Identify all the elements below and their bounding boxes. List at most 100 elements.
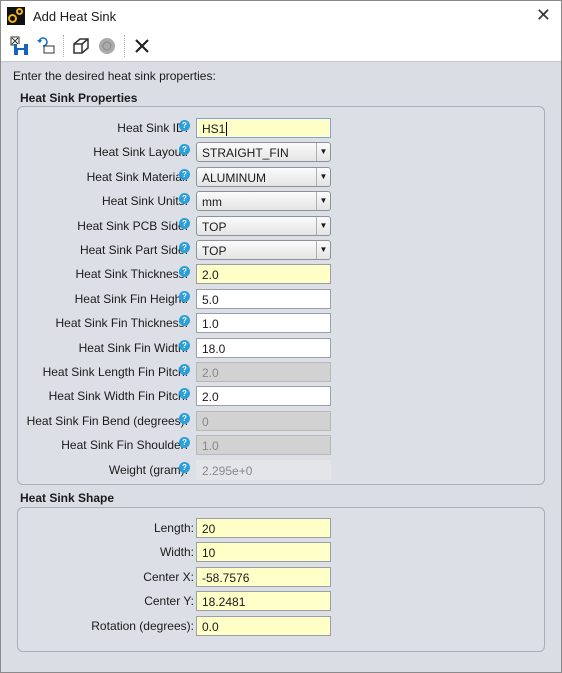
field-value: 10 bbox=[202, 546, 216, 561]
help-icon[interactable]: ? bbox=[179, 144, 190, 156]
field-label: Heat Sink Fin Shoulder: bbox=[61, 438, 188, 453]
heat-sink-units-dropdown[interactable]: mm ▼ bbox=[196, 191, 331, 212]
add-heat-sink-dialog: Add Heat Sink ✕ Enter the desired heat s… bbox=[0, 0, 562, 673]
center-x-input[interactable]: -58.7576 bbox=[196, 566, 331, 587]
heat-sink-fin-width-input[interactable]: 18.0 bbox=[196, 337, 331, 358]
field-label: Heat Sink Fin Thickness: bbox=[55, 316, 189, 331]
help-icon[interactable]: ? bbox=[179, 242, 190, 253]
title-bar: Add Heat Sink ✕ bbox=[1, 1, 561, 31]
help-icon[interactable]: ? bbox=[179, 388, 190, 400]
form-row-heat-sink-part-side: Heat Sink Part Side:? TOP ▼ bbox=[18, 240, 544, 260]
heat-sink-id-input[interactable]: HS1 bbox=[196, 118, 331, 138]
help-icon[interactable]: ? bbox=[179, 120, 190, 131]
form-row-center-y: Center Y: 18.2481 bbox=[18, 591, 544, 612]
chevron-down-icon[interactable]: ▼ bbox=[316, 216, 330, 235]
heat-sink-part-side-dropdown[interactable]: TOP ▼ bbox=[196, 240, 331, 260]
cancel-icon[interactable] bbox=[129, 33, 155, 59]
field-value: STRAIGHT_FIN bbox=[202, 146, 289, 161]
field-label: Heat Sink Fin Bend (degrees): bbox=[26, 413, 188, 428]
form-row-heat-sink-id: Heat Sink ID:? HS1 bbox=[18, 118, 544, 138]
rotation-degrees-input[interactable]: 0.0 bbox=[196, 615, 331, 636]
help-icon[interactable]: ? bbox=[179, 412, 190, 424]
form-row-width: Width: 10 bbox=[18, 542, 544, 563]
field-value: 1.0 bbox=[202, 317, 219, 332]
heat-sink-fin-shoulder-input: 1.0 bbox=[196, 435, 331, 456]
heat-sink-shape-group: Length: 20 Width: 10 Center X: -58.7576 Center… bbox=[17, 507, 545, 652]
field-value: 2.0 bbox=[202, 366, 219, 380]
chevron-down-icon[interactable]: ▼ bbox=[316, 143, 330, 162]
weight-gram-input: 2.295e+0 bbox=[196, 459, 331, 480]
form-row-heat-sink-fin-shoulder: Heat Sink Fin Shoulder:? 1.0 bbox=[18, 435, 544, 456]
field-label: Heat Sink Units: bbox=[101, 194, 188, 209]
form-row-heat-sink-fin-bend-degrees: Heat Sink Fin Bend (degrees):? 0 bbox=[18, 410, 544, 431]
undo-icon[interactable] bbox=[33, 33, 59, 59]
help-icon[interactable]: ? bbox=[179, 193, 190, 205]
save-close-icon[interactable] bbox=[7, 33, 33, 59]
width-input[interactable]: 10 bbox=[196, 542, 331, 563]
form-row-heat-sink-material: Heat Sink Material:? ALUMINUM ▼ bbox=[18, 166, 544, 187]
toolbar-separator bbox=[124, 35, 125, 57]
form-row-heat-sink-pcb-side: Heat Sink PCB Side:? TOP ▼ bbox=[18, 215, 544, 236]
window-title: Add Heat Sink bbox=[33, 8, 117, 24]
heat-sink-width-fin-pitch-input[interactable]: 2.0 bbox=[196, 386, 331, 407]
chevron-down-icon[interactable]: ▼ bbox=[316, 192, 330, 211]
toolbar bbox=[1, 31, 561, 62]
field-label: Heat Sink Fin Width: bbox=[78, 340, 188, 355]
chevron-down-icon[interactable]: ▼ bbox=[316, 167, 330, 186]
field-value: mm bbox=[202, 195, 222, 210]
heat-sink-fin-thickness-input[interactable]: 1.0 bbox=[196, 313, 331, 334]
help-icon[interactable]: ? bbox=[179, 168, 190, 180]
help-icon[interactable]: ? bbox=[179, 315, 190, 327]
heat-sink-fin-height-input[interactable]: 5.0 bbox=[196, 288, 331, 309]
heat-sink-fin-bend-degrees-input: 0 bbox=[196, 410, 331, 431]
form-row-weight-gram: Weight (gram):? 2.295e+0 bbox=[18, 459, 544, 480]
form-row-heat-sink-length-fin-pitch: Heat Sink Length Fin Pitch:? 2.0 bbox=[18, 362, 544, 382]
field-label: Heat Sink Fin Height: bbox=[74, 291, 188, 306]
field-value: 1.0 bbox=[202, 439, 219, 454]
field-label: Heat Sink Part Side: bbox=[79, 243, 188, 257]
field-label: Heat Sink Material: bbox=[86, 169, 188, 184]
form-row-heat-sink-units: Heat Sink Units:? mm ▼ bbox=[18, 191, 544, 212]
field-label: Rotation (degrees): bbox=[91, 618, 194, 633]
field-value: TOP bbox=[202, 244, 227, 258]
toolbar-separator bbox=[63, 35, 64, 57]
field-value: HS1 bbox=[202, 122, 226, 136]
field-value: TOP bbox=[202, 219, 227, 234]
field-value: 20 bbox=[202, 522, 216, 536]
heat-sink-layout-dropdown[interactable]: STRAIGHT_FIN ▼ bbox=[196, 142, 331, 163]
heat-sink-material-dropdown[interactable]: ALUMINUM ▼ bbox=[196, 166, 331, 187]
field-label: Heat Sink Width Fin Pitch: bbox=[48, 389, 188, 404]
app-gear-icon bbox=[7, 7, 25, 25]
length-input[interactable]: 20 bbox=[196, 518, 331, 538]
help-icon[interactable]: ? bbox=[179, 364, 190, 375]
chevron-down-icon[interactable]: ▼ bbox=[316, 241, 330, 259]
field-label: Length: bbox=[153, 521, 194, 535]
shape-group-title: Heat Sink Shape bbox=[20, 491, 115, 505]
field-label: Center X: bbox=[143, 569, 194, 584]
field-label: Heat Sink ID: bbox=[117, 121, 188, 135]
heat-sink-thickness-input[interactable]: 2.0 bbox=[196, 264, 331, 285]
help-icon[interactable]: ? bbox=[179, 266, 190, 278]
form-row-center-x: Center X: -58.7576 bbox=[18, 566, 544, 587]
3d-view-icon[interactable] bbox=[68, 33, 94, 59]
help-icon[interactable]: ? bbox=[179, 437, 190, 449]
help-icon[interactable]: ? bbox=[179, 217, 190, 229]
field-label: Heat Sink PCB Side: bbox=[77, 218, 188, 233]
form-row-heat-sink-fin-width: Heat Sink Fin Width:? 18.0 bbox=[18, 337, 544, 358]
field-value: 0 bbox=[202, 414, 209, 429]
form-row-length: Length: 20 bbox=[18, 518, 544, 538]
center-y-input[interactable]: 18.2481 bbox=[196, 591, 331, 612]
field-label: Weight (gram): bbox=[108, 462, 188, 477]
heat-sink-pcb-side-dropdown[interactable]: TOP ▼ bbox=[196, 215, 331, 236]
form-row-heat-sink-fin-thickness: Heat Sink Fin Thickness:? 1.0 bbox=[18, 313, 544, 334]
field-value: 2.0 bbox=[202, 390, 219, 405]
field-value: 18.2481 bbox=[202, 595, 246, 610]
help-icon[interactable]: ? bbox=[179, 339, 190, 351]
form-row-heat-sink-width-fin-pitch: Heat Sink Width Fin Pitch:? 2.0 bbox=[18, 386, 544, 407]
help-icon[interactable]: ? bbox=[179, 461, 190, 473]
properties-group-title: Heat Sink Properties bbox=[20, 91, 138, 105]
help-icon[interactable]: ? bbox=[179, 290, 190, 302]
field-label: Width: bbox=[159, 545, 194, 560]
close-button[interactable]: ✕ bbox=[536, 5, 551, 26]
form-row-heat-sink-layout: Heat Sink Layout:? STRAIGHT_FIN ▼ bbox=[18, 142, 544, 163]
